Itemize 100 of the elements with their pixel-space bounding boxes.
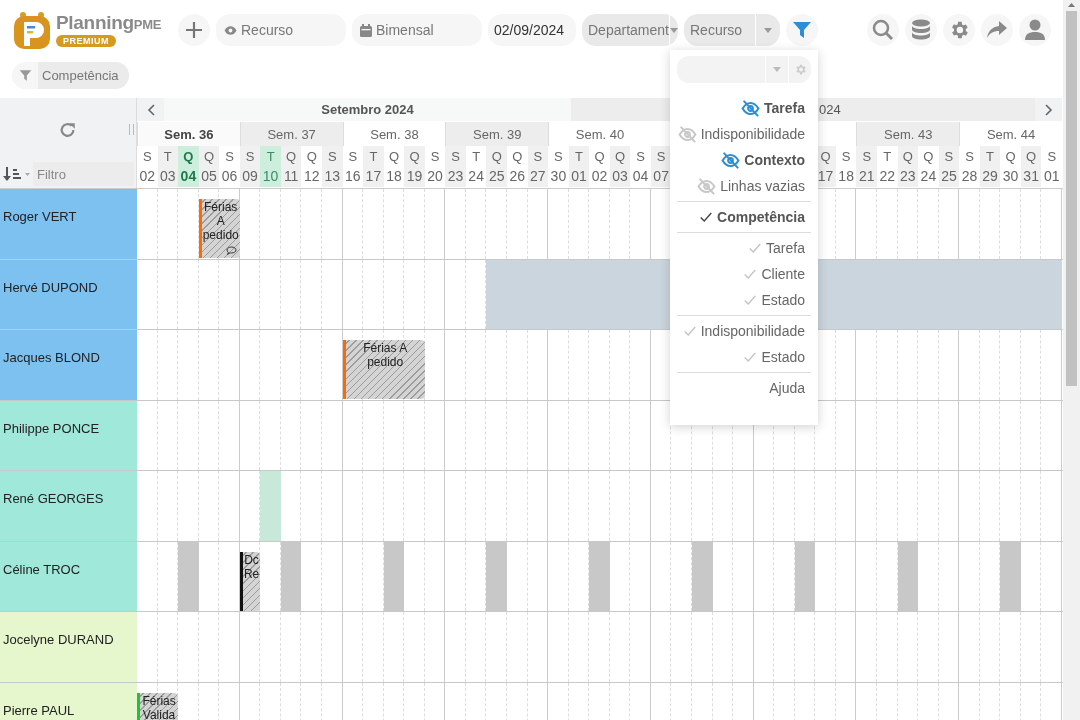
day-header: Q 11: [280, 146, 302, 187]
day-header: Q 03: [609, 146, 631, 187]
menu-item[interactable]: Tarefa: [677, 95, 811, 121]
settings-button[interactable]: [943, 14, 975, 46]
filter-button[interactable]: [786, 14, 818, 46]
day-header: Q 02: [590, 147, 609, 186]
scrollbar[interactable]: [1063, 0, 1080, 720]
day-header: T 17: [363, 146, 384, 187]
caret-icon: [764, 27, 772, 33]
day-header: S 30: [549, 147, 568, 186]
resource-name[interactable]: René GEORGES: [0, 471, 137, 541]
event-block[interactable]: Férias A pedido: [198, 199, 240, 258]
premium-label: PREMIUM: [56, 35, 116, 47]
day-header: Q 18: [385, 147, 403, 186]
filter-chip[interactable]: Competência: [12, 61, 129, 89]
sort-icon[interactable]: [3, 166, 31, 182]
resource-name[interactable]: Roger VERT: [0, 189, 137, 259]
day-header: S 02: [138, 147, 157, 186]
day-header: S 16: [344, 147, 362, 186]
resource-name[interactable]: Jacques BLOND: [0, 330, 137, 400]
caret-icon: [669, 27, 678, 33]
filter-icon: [792, 20, 812, 40]
resource-name[interactable]: Céline TROC: [0, 541, 137, 611]
calendar-icon: [360, 23, 372, 37]
day-header: S 01: [1042, 147, 1061, 186]
week-label: Sem. 37: [239, 122, 343, 146]
day-header: S 28: [960, 147, 979, 186]
month-label: Setembro 2024: [164, 98, 571, 121]
event-label: Férias A pedido: [362, 340, 409, 369]
menu-item[interactable]: Indisponibilidade: [677, 121, 811, 147]
brand-name: PlanningPME: [56, 13, 162, 35]
day-header: S 06: [220, 147, 239, 186]
day-header: Q 24: [919, 147, 938, 186]
refresh-icon[interactable]: [59, 120, 77, 139]
menu-item[interactable]: Tarefa: [677, 235, 811, 261]
menu-item[interactable]: Linhas vazias: [677, 173, 811, 199]
day-header: S 04: [631, 147, 650, 186]
resize-handle[interactable]: [129, 124, 134, 135]
chevron-right-icon: [1044, 103, 1053, 116]
database-button[interactable]: [905, 14, 937, 46]
help-link[interactable]: Ajuda: [677, 375, 811, 401]
scroll-up-icon[interactable]: [1067, 0, 1076, 9]
menu-item[interactable]: Indisponibilidade: [677, 318, 811, 344]
week-label: Sem. 36: [137, 122, 240, 146]
search-button[interactable]: [867, 14, 899, 46]
menu-item[interactable]: Cliente: [677, 261, 811, 287]
day-header: S 07: [650, 146, 672, 187]
day-header: T 29: [979, 146, 1001, 187]
day-header: S 13: [322, 146, 343, 187]
day-header: S 27: [527, 146, 549, 187]
plus-icon: [185, 21, 203, 39]
event-block[interactable]: Dc Re: [239, 551, 261, 611]
previous-button[interactable]: [137, 98, 164, 121]
event-block[interactable]: Férias A pedido: [342, 340, 425, 399]
day-header: Q 04: [178, 146, 199, 187]
menu-item[interactable]: Competência: [677, 204, 811, 230]
next-button[interactable]: [1035, 98, 1062, 121]
day-header: T 10: [260, 146, 281, 187]
day-header: Q 05: [198, 146, 220, 187]
day-header: T 22: [878, 147, 897, 186]
share-button[interactable]: [981, 14, 1013, 46]
menu-item[interactable]: Contexto: [677, 147, 811, 173]
day-header: Q 26: [508, 147, 527, 186]
event-label: Férias A pedido: [201, 199, 240, 242]
user-icon: [1025, 19, 1045, 41]
event-label: Dc Re: [242, 551, 261, 581]
day-header: T 03: [157, 146, 179, 187]
menu-item[interactable]: Estado: [677, 344, 811, 370]
share-icon: [986, 20, 1008, 40]
department-select[interactable]: Departament: [582, 14, 678, 46]
comment-icon: [225, 246, 237, 256]
filter-field[interactable]: Filtro: [33, 162, 134, 186]
day-header: Q 25: [486, 146, 507, 187]
day-header: S 09: [239, 146, 261, 187]
day-header: T 01: [568, 146, 590, 187]
user-button[interactable]: [1019, 14, 1051, 46]
caret-icon: [773, 67, 781, 72]
day-header: S 25: [938, 146, 960, 187]
day-header: Q 12: [302, 147, 321, 186]
resource-name[interactable]: Pierre PAUL: [0, 682, 137, 720]
day-header: Q 19: [404, 146, 425, 187]
week-label: Sem. 39: [445, 122, 549, 146]
day-header: S 18: [837, 147, 855, 186]
resource-name[interactable]: Hervé DUPOND: [0, 259, 137, 329]
day-header: Q 23: [897, 146, 919, 187]
day-header: Q 31: [1020, 146, 1042, 187]
day-header: S 21: [856, 146, 877, 187]
day-header: S 20: [426, 147, 444, 186]
menu-item[interactable]: Estado: [677, 287, 811, 313]
view-field[interactable]: Recurso: [216, 14, 346, 46]
date-field[interactable]: 02/09/2024: [488, 14, 576, 46]
database-icon: [911, 19, 931, 41]
add-button[interactable]: [178, 14, 210, 46]
period-field[interactable]: Bimensal: [352, 14, 482, 46]
resource-select[interactable]: Recurso: [684, 14, 780, 46]
resource-name[interactable]: Jocelyne DURAND: [0, 612, 137, 682]
chevron-left-icon: [146, 103, 155, 116]
search-icon: [872, 19, 894, 41]
day-header: Q 30: [1001, 147, 1020, 186]
resource-name[interactable]: Philippe PONCE: [0, 400, 137, 470]
